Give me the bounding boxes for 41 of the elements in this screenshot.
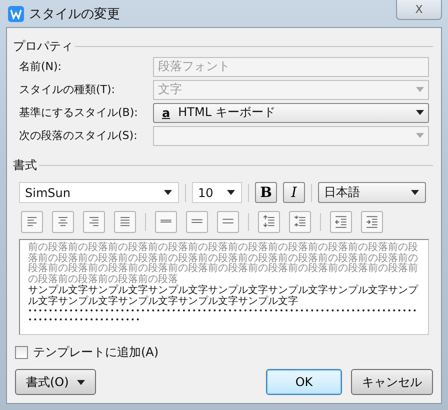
indent-more-icon[interactable] [361,211,383,233]
spacing-single-icon[interactable] [155,211,177,233]
field-label: スタイルの種類(T): [19,82,116,97]
align-left-icon[interactable] [21,211,43,233]
style-dropdown[interactable]: a HTML キーボード [153,102,429,122]
checkbox[interactable] [15,346,28,359]
indent-less-icon[interactable] [330,211,352,233]
field-label: 次の段落のスタイル(S): [19,128,138,143]
align-center-icon[interactable] [52,211,74,233]
space-up-icon[interactable] [258,211,280,233]
bold-button[interactable]: B [255,182,277,203]
checkbox-label: テンプレートに追加(A) [33,344,159,361]
sample-text: サンプル文字サンプル文字サンプル文字サンプル文字サンプル文字サンプル文字サンプル文字サンプル文字サンプル文字サンプル文字サンプル文字 [28,285,420,307]
caret-icon [164,190,172,195]
language-dropdown[interactable]: 日本語 [318,182,426,203]
section-title: プロパティ [13,38,74,55]
italic-button[interactable]: I [283,182,305,203]
section-title: 書式 [13,157,38,174]
caret-icon [76,380,85,384]
close-button[interactable]: X [396,0,442,20]
app-icon [8,6,24,22]
style-icon: a [162,106,170,120]
caret-icon [416,87,424,92]
align-right-icon[interactable] [83,211,105,233]
justify-icon[interactable] [114,211,136,233]
preview-text: 前の段落前の段落前の段落前の段落前の段落前の段落前の段落前の段落前の段落前の段落前の段落前の段落前の段落前の段落前の段落前の段落前の段落前の段落前の段落前の段落前の段落前の段落前の段落前の段落前の段落前の段落前の段落前の段落前の段落前の段落前の段落前の段落前の段落 [28,243,419,284]
spacing-double-icon[interactable] [217,211,239,233]
dialog-button[interactable]: OK [266,369,342,395]
field-label: 名前(N): [19,59,63,74]
format-menu-button[interactable]: 書式(O) [15,369,96,395]
spacing-onehalf-icon[interactable] [186,211,208,233]
caret-icon [227,190,235,195]
window-title: スタイルの変更 [29,6,120,22]
dialog-button[interactable]: キャンセル [351,369,433,395]
size-dropdown[interactable]: 10 [192,182,242,203]
caret-icon [416,110,424,115]
space-down-icon[interactable] [289,211,311,233]
field-label: 基準にするスタイル(B): [19,105,139,120]
font-dropdown[interactable]: SimSun [19,182,179,203]
caret-icon [416,133,424,138]
caret-icon [411,190,419,195]
